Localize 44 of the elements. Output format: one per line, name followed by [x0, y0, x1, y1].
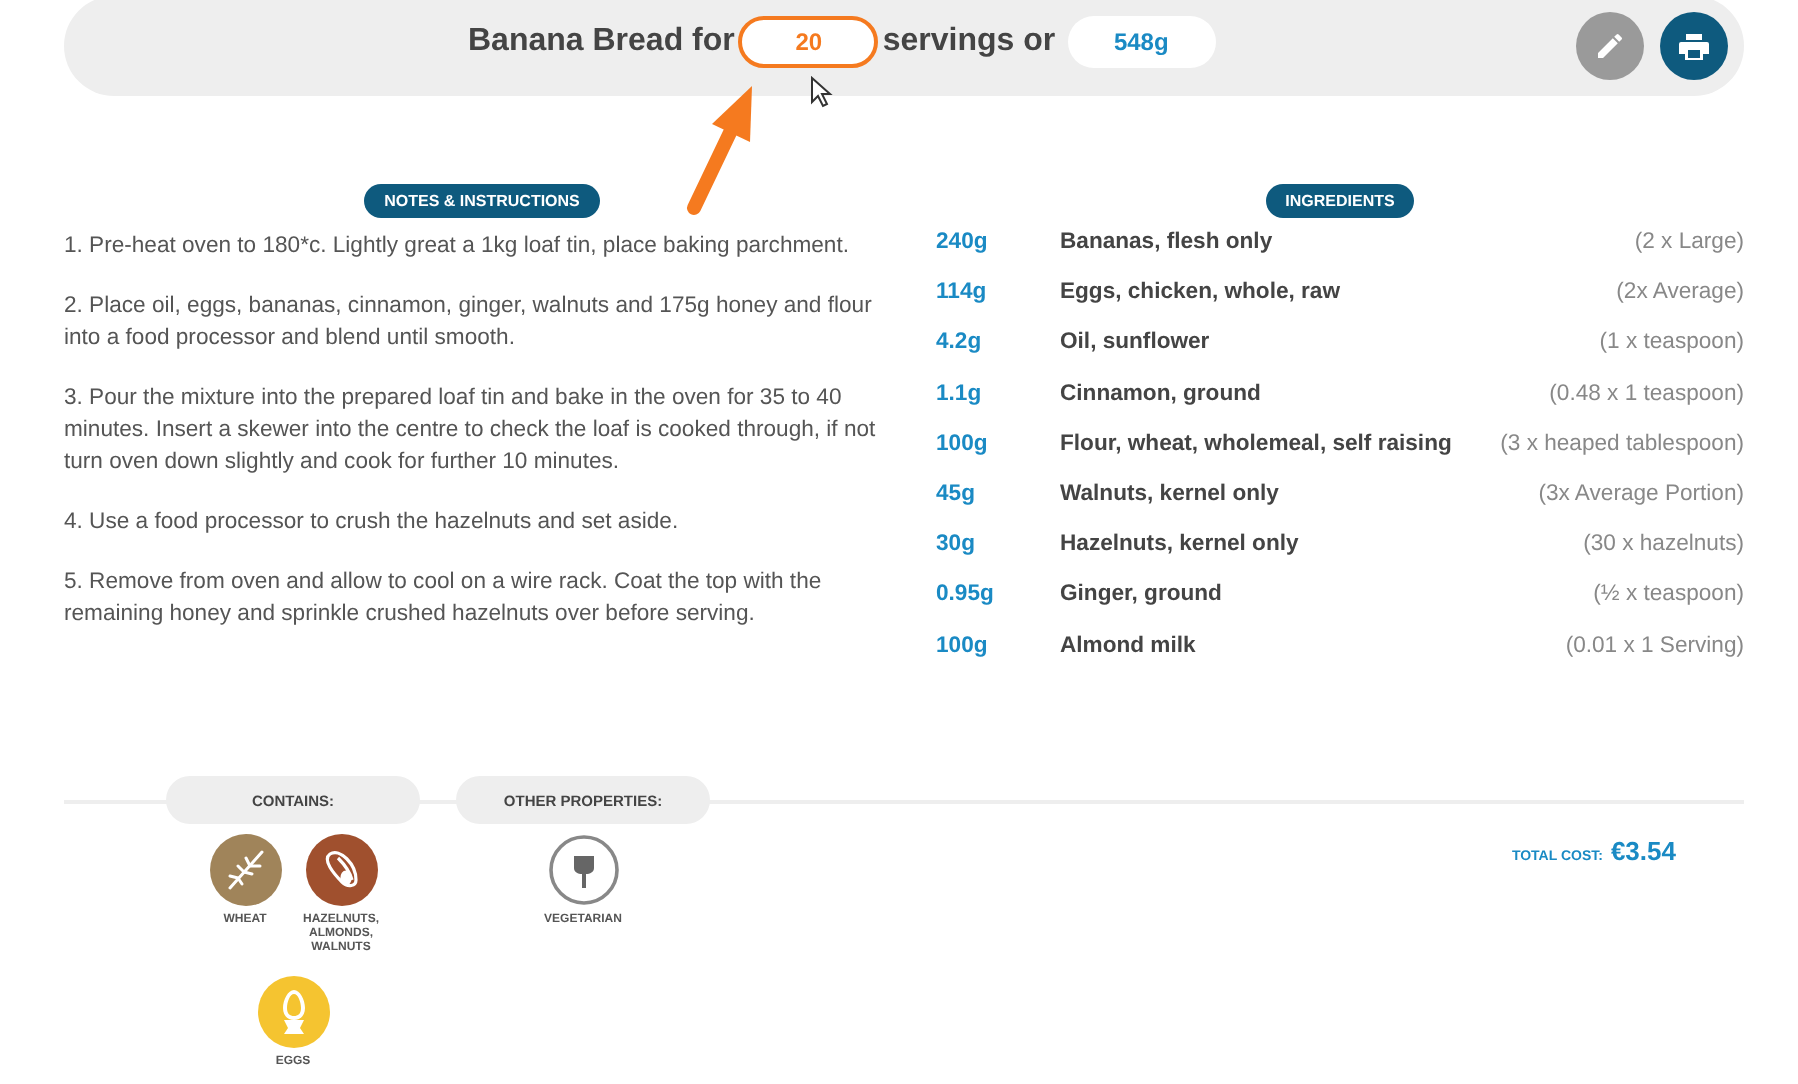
- recipe-title: Banana Bread for: [468, 24, 735, 60]
- recipe-title: servings or: [882, 24, 1056, 60]
- ingredient-measure: (0.01 x 1 Serving): [1565, 633, 1744, 657]
- ingredient-measure: (30 x hazelnuts): [1583, 532, 1744, 557]
- printer-icon: [1678, 31, 1710, 61]
- ingredient-amount: 100g: [936, 633, 990, 657]
- ingredient-amount: 0.95g: [936, 582, 996, 607]
- ingredient-measure: (½ x teaspoon): [1593, 582, 1744, 607]
- instruction-step: 3. Pour the mixture into the prepared loaf tin and bake in the oven for 35 to 40 minutes. Insert a skewer into the centre to check the loaf is cooked through, if not turn oven down slightly and cook for further 10 minutes.: [64, 382, 900, 478]
- section-heading: INGREDIENTS: [1265, 184, 1415, 218]
- edit-button[interactable]: [1576, 12, 1644, 80]
- servings-field[interactable]: 20: [738, 16, 879, 68]
- ingredient-amount: 114g: [936, 280, 989, 305]
- weight-field[interactable]: 548g: [1067, 16, 1216, 68]
- ingredient-name: Bananas, flesh only: [1060, 230, 1275, 254]
- ingredient-amount: 30g: [936, 532, 977, 557]
- section-heading: NOTES & INSTRUCTIONS: [364, 184, 600, 218]
- instruction-step: 5. Remove from oven and allow to cool on a wire rack. Coat the top with the remaining honey and sprinkle crushed hazelnuts over before serving.: [64, 566, 900, 630]
- ingredient-name: Oil, sunflower: [1060, 330, 1212, 355]
- ingredient-measure: (1 x teaspoon): [1599, 330, 1744, 355]
- ingredient-measure: (3 x heaped tablespoon): [1500, 431, 1744, 456]
- pencil-icon: [1596, 32, 1624, 60]
- ingredient-measure: (0.48 x 1 teaspoon): [1549, 381, 1744, 406]
- ingredient-amount: 240g: [936, 230, 990, 254]
- ingredient-name: Cinnamon, ground: [1060, 381, 1263, 406]
- ingredient-amount: 45g: [936, 481, 977, 506]
- instruction-step: 2. Place oil, eggs, bananas, cinnamon, ginger, walnuts and 175g honey and flour into a food processor and blend until smooth.: [64, 290, 900, 354]
- instruction-step: 1. Pre-heat oven to 180*c. Lightly great a 1kg loaf tin, place baking parchment.: [64, 230, 900, 262]
- ingredient-name: Flour, wheat, wholemeal, self raising: [1060, 431, 1454, 456]
- ingredient-name: Eggs, chicken, whole, raw: [1060, 280, 1342, 305]
- ingredient-name: Hazelnuts, kernel only: [1060, 532, 1301, 557]
- ingredient-name: Almond milk: [1060, 633, 1198, 657]
- ingredient-measure: (2 x Large): [1634, 230, 1744, 254]
- ingredient-measure: (3x Average Portion): [1538, 481, 1744, 506]
- ingredient-amount: 100g: [936, 431, 990, 456]
- cursor-icon: [810, 76, 834, 108]
- total-cost-value: €3.54: [1610, 836, 1676, 866]
- ingredient-name: Ginger, ground: [1060, 582, 1224, 607]
- ingredient-measure: (2x Average): [1616, 280, 1744, 305]
- print-button[interactable]: [1660, 12, 1728, 80]
- instruction-step: 4. Use a food processor to crush the hazelnuts and set aside.: [64, 506, 900, 538]
- ingredient-amount: 4.2g: [936, 330, 984, 355]
- ingredient-amount: 1.1g: [936, 381, 984, 406]
- ingredient-name: Walnuts, kernel only: [1060, 481, 1281, 506]
